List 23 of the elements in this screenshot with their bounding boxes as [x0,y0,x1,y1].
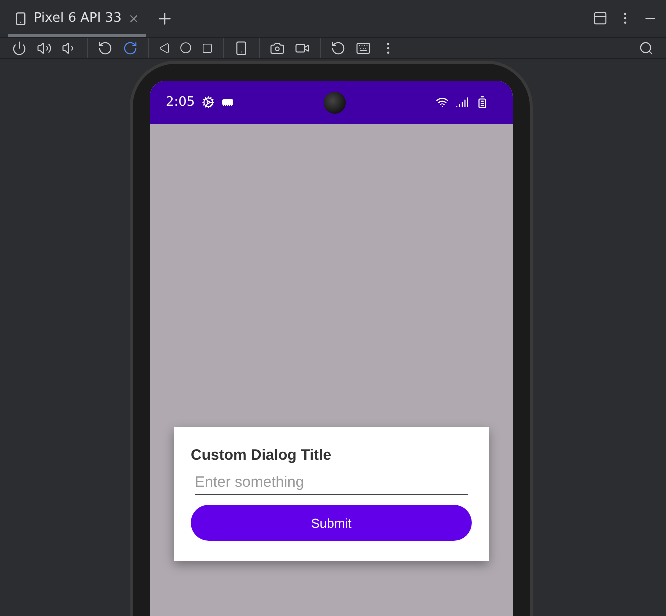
gear-icon [202,96,216,109]
reset-icon[interactable] [331,40,346,56]
camera-lens-icon [324,92,346,114]
status-time: 2:05 [166,95,196,110]
search-icon[interactable] [639,40,654,56]
home-icon[interactable] [180,42,192,54]
battery-icon [476,96,489,109]
submit-button[interactable]: Submit [191,505,472,541]
close-icon[interactable] [128,12,140,24]
volume-up-icon[interactable] [37,40,52,56]
power-icon[interactable] [12,40,27,56]
dialog-title: Custom Dialog Title [191,447,333,464]
text-input-field[interactable]: Enter something [195,474,468,495]
rotate-left-icon[interactable] [98,40,113,56]
signal-icon [456,96,469,109]
keyboard-icon[interactable] [356,40,371,56]
phone-icon [14,12,28,26]
back-icon[interactable] [159,42,170,54]
window-icon[interactable] [593,11,608,26]
rotate-right-icon[interactable] [123,40,138,56]
device-tab[interactable]: Pixel 6 API 33 [8,0,146,37]
camera-icon[interactable] [270,40,285,56]
overview-icon[interactable] [202,42,213,54]
